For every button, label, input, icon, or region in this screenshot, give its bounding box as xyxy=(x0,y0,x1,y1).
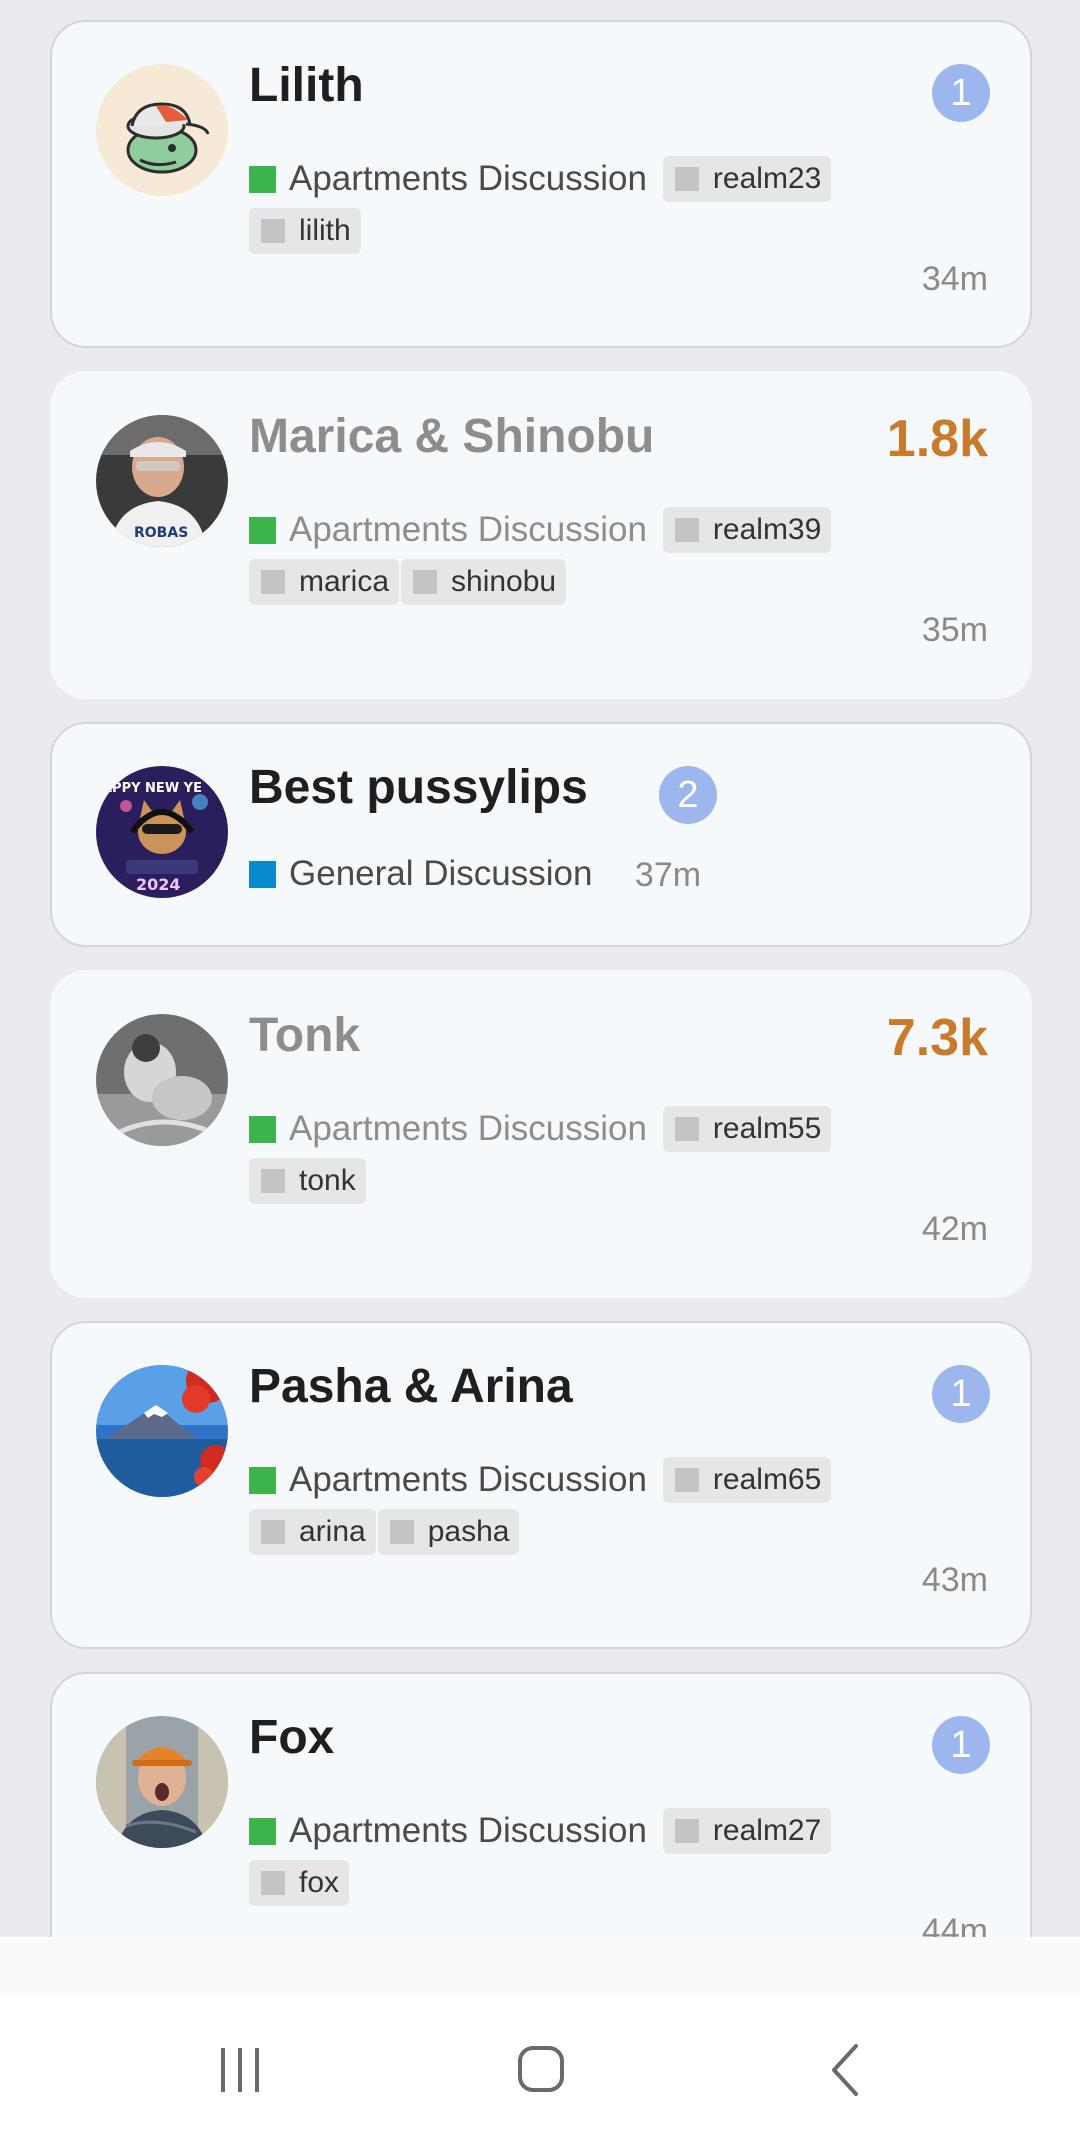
thread-list[interactable]: Lilith 1 Apartments Discussion realm23 li… xyxy=(0,0,1080,1937)
thread-time: 35m xyxy=(921,611,988,649)
thread-title[interactable]: Lilith xyxy=(249,58,364,113)
thread-title[interactable]: Fox xyxy=(249,1710,334,1765)
avatar-caption: APPY NEW YE xyxy=(102,781,202,796)
back-button[interactable] xyxy=(806,2040,886,2100)
category-color-icon xyxy=(249,165,276,193)
nav-bar-top-strip xyxy=(0,1937,1080,1993)
tag[interactable]: shinobu xyxy=(401,559,567,605)
avatar[interactable] xyxy=(96,64,228,196)
home-button[interactable] xyxy=(500,2040,580,2100)
thread-meta: Apartments Discussion realm23 lilith xyxy=(249,154,979,258)
tag[interactable]: lilith xyxy=(249,208,361,254)
avatar[interactable] xyxy=(96,1716,228,1848)
avatar[interactable] xyxy=(96,1365,228,1497)
category-label[interactable]: General Discussion xyxy=(249,849,592,899)
category-label[interactable]: Apartments Discussion xyxy=(249,505,647,555)
thread-title[interactable]: Tonk xyxy=(249,1008,360,1063)
cartoon-dinosaur-cap-icon xyxy=(96,64,228,196)
thread-time: 44m xyxy=(921,1912,988,1937)
tag-icon xyxy=(389,1520,414,1544)
thread-title[interactable]: Best pussylips xyxy=(249,760,588,815)
tag-icon xyxy=(261,570,285,594)
recent-apps-button[interactable] xyxy=(200,2040,280,2100)
tag-icon xyxy=(674,518,699,542)
thread-meta: Apartments Discussion realm55 tonk xyxy=(249,1104,979,1208)
category-color-icon xyxy=(249,1817,276,1845)
tag-icon xyxy=(413,570,438,594)
thread-card[interactable]: ROBAS Marica & Shinobu 1.8k Apartments D… xyxy=(50,371,1032,699)
new-year-dj-cat-photo: APPY NEW YE 2024 xyxy=(96,766,228,898)
thread-card[interactable]: APPY NEW YE 2024 Best pussylips 2 Genera… xyxy=(50,722,1032,947)
tag[interactable]: realm27 xyxy=(662,1808,832,1854)
mount-fuji-lake-photo xyxy=(96,1365,228,1497)
tag-icon xyxy=(674,1468,699,1492)
tag[interactable]: realm39 xyxy=(662,507,832,553)
thread-meta: Apartments Discussion realm39 marica shino… xyxy=(249,505,979,609)
tag[interactable]: realm65 xyxy=(662,1457,832,1503)
avatar[interactable]: APPY NEW YE 2024 xyxy=(96,766,228,898)
category-color-icon xyxy=(249,1115,276,1143)
avatar[interactable] xyxy=(96,1014,228,1146)
tag[interactable]: realm55 xyxy=(662,1106,832,1152)
thread-meta: Apartments Discussion realm65 arina pasha xyxy=(249,1455,979,1559)
tag[interactable]: fox xyxy=(249,1860,350,1906)
unread-badge: 2 xyxy=(659,766,717,824)
tag[interactable]: marica xyxy=(249,559,400,605)
thread-card[interactable]: Pasha & Arina 1 Apartments Discussion rea… xyxy=(50,1321,1032,1649)
back-icon xyxy=(832,2044,858,2096)
category-label[interactable]: Apartments Discussion xyxy=(249,1455,647,1505)
tag[interactable]: tonk xyxy=(249,1158,366,1204)
category-color-icon xyxy=(249,860,276,888)
tag-icon xyxy=(674,1117,699,1141)
thread-title[interactable]: Marica & Shinobu xyxy=(249,409,654,464)
tag-icon xyxy=(261,1520,285,1544)
tag-icon xyxy=(261,1871,285,1895)
home-icon xyxy=(518,2046,564,2092)
surprised-worker-helmet-photo xyxy=(96,1716,228,1848)
svg-text:ROBAS: ROBAS xyxy=(134,525,188,541)
thread-title[interactable]: Pasha & Arina xyxy=(249,1359,573,1414)
man-baseball-jersey-photo: ROBAS xyxy=(96,415,228,547)
thread-card[interactable]: Lilith 1 Apartments Discussion realm23 li… xyxy=(50,20,1032,348)
unread-badge: 1 xyxy=(932,1365,990,1423)
category-label[interactable]: Apartments Discussion xyxy=(249,1104,647,1154)
thread-card[interactable]: Tonk 7.3k Apartments Discussion realm55 t… xyxy=(50,970,1032,1298)
category-color-icon xyxy=(249,1466,276,1494)
thread-meta: General Discussion 37m xyxy=(249,849,979,901)
grayscale-photo xyxy=(96,1014,228,1146)
thread-time: 43m xyxy=(921,1561,988,1599)
thread-card[interactable]: Fox 1 Apartments Discussion realm27 fox 4… xyxy=(50,1672,1032,1937)
category-label[interactable]: Apartments Discussion xyxy=(249,1806,647,1856)
tag-icon xyxy=(261,219,285,243)
avatar[interactable]: ROBAS xyxy=(96,415,228,547)
unread-badge: 1 xyxy=(932,64,990,122)
avatar-caption: 2024 xyxy=(136,875,181,894)
tag[interactable]: arina xyxy=(249,1509,376,1555)
score-value: 1.8k xyxy=(886,410,988,468)
tag[interactable]: realm23 xyxy=(662,156,832,202)
category-color-icon xyxy=(249,516,276,544)
thread-time: 42m xyxy=(921,1210,988,1248)
unread-badge: 1 xyxy=(932,1716,990,1774)
recent-apps-icon xyxy=(221,2048,259,2092)
thread-time: 34m xyxy=(921,260,988,298)
thread-meta: Apartments Discussion realm27 fox xyxy=(249,1806,979,1910)
score-value: 7.3k xyxy=(886,1009,988,1067)
thread-time: 37m xyxy=(634,856,702,894)
tag-icon xyxy=(261,1169,285,1193)
category-label[interactable]: Apartments Discussion xyxy=(249,154,647,204)
tag-icon xyxy=(674,167,699,191)
tag-icon xyxy=(674,1819,699,1843)
tag[interactable]: pasha xyxy=(377,1509,520,1555)
